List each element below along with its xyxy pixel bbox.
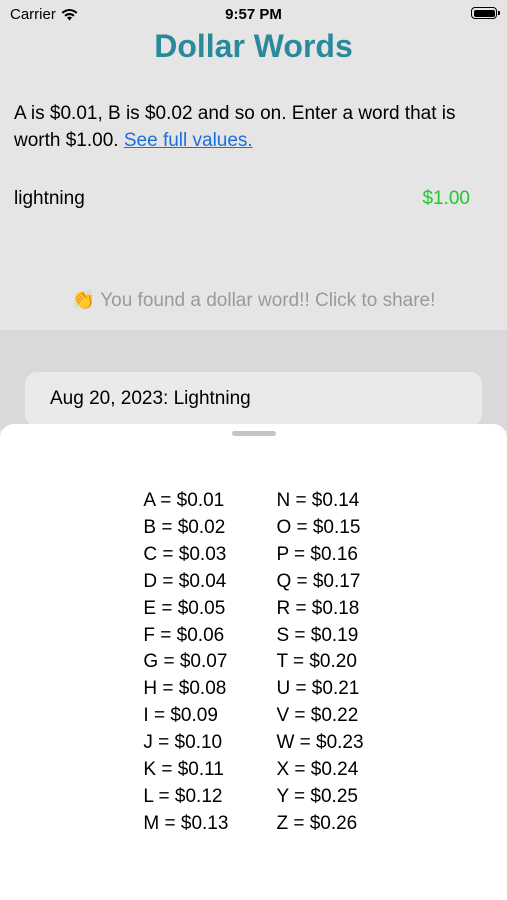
letter-value: Q = $0.17 xyxy=(276,570,361,592)
status-bar: Carrier 9:57 PM xyxy=(0,0,507,30)
letter-values-grid: A = $0.01 B = $0.02 C = $0.03 D = $0.04 … xyxy=(0,488,507,838)
word-entry-row[interactable]: lightning $1.00 xyxy=(14,188,470,210)
letter-value: W = $0.23 xyxy=(276,732,364,754)
letter-value: A = $0.01 xyxy=(143,490,225,511)
letter-value: C = $0.03 xyxy=(143,543,227,565)
sheet-grabber[interactable] xyxy=(232,431,276,436)
letter-value: S = $0.19 xyxy=(276,624,359,646)
history-list: Aug 20, 2023: Lightning xyxy=(0,330,507,430)
letter-value: E = $0.05 xyxy=(143,597,226,619)
letter-value: J = $0.10 xyxy=(143,732,223,754)
letter-value: T = $0.20 xyxy=(276,651,357,673)
values-column-right: N = $0.14 O = $0.15 P = $0.16 Q = $0.17 … xyxy=(276,488,363,838)
letter-value: P = $0.16 xyxy=(276,543,358,565)
values-sheet: A = $0.01 B = $0.02 C = $0.03 D = $0.04 … xyxy=(0,424,507,900)
word-input[interactable]: lightning xyxy=(14,188,85,210)
letter-value: Z = $0.26 xyxy=(276,812,358,834)
clapping-hands-icon: 👏 xyxy=(71,290,96,311)
battery-icon xyxy=(471,7,500,19)
letter-value: K = $0.11 xyxy=(143,759,224,781)
letter-value: F = $0.06 xyxy=(143,624,225,646)
letter-value: V = $0.22 xyxy=(276,705,359,727)
found-message-text: You found a dollar word!! Click to share… xyxy=(100,290,436,311)
letter-value: Y = $0.25 xyxy=(276,785,358,807)
letter-value: I = $0.09 xyxy=(143,705,218,727)
see-full-values-link[interactable]: See full values. xyxy=(124,130,253,151)
letter-value: B = $0.02 xyxy=(143,516,226,538)
history-item[interactable]: Aug 20, 2023: Lightning xyxy=(25,372,482,426)
letter-value: D = $0.04 xyxy=(143,570,227,592)
letter-value: M = $0.13 xyxy=(143,812,229,834)
letter-value: N = $0.14 xyxy=(276,490,360,511)
letter-value: L = $0.12 xyxy=(143,785,223,807)
letter-value: R = $0.18 xyxy=(276,597,360,619)
instructions: A is $0.01, B is $0.02 and so on. Enter … xyxy=(14,100,499,154)
values-column-left: A = $0.01 B = $0.02 C = $0.03 D = $0.04 … xyxy=(143,488,228,838)
share-found-button[interactable]: 👏 You found a dollar word!! Click to sha… xyxy=(0,288,507,312)
letter-value: G = $0.07 xyxy=(143,651,228,673)
letter-value: H = $0.08 xyxy=(143,678,227,700)
clock: 9:57 PM xyxy=(225,6,282,23)
letter-value: X = $0.24 xyxy=(276,759,359,781)
letter-value: U = $0.21 xyxy=(276,678,360,700)
word-worth: $1.00 xyxy=(422,188,470,209)
history-item-label: Aug 20, 2023: Lightning xyxy=(50,388,251,409)
page-title: Dollar Words xyxy=(154,28,353,64)
letter-value: O = $0.15 xyxy=(276,516,361,538)
